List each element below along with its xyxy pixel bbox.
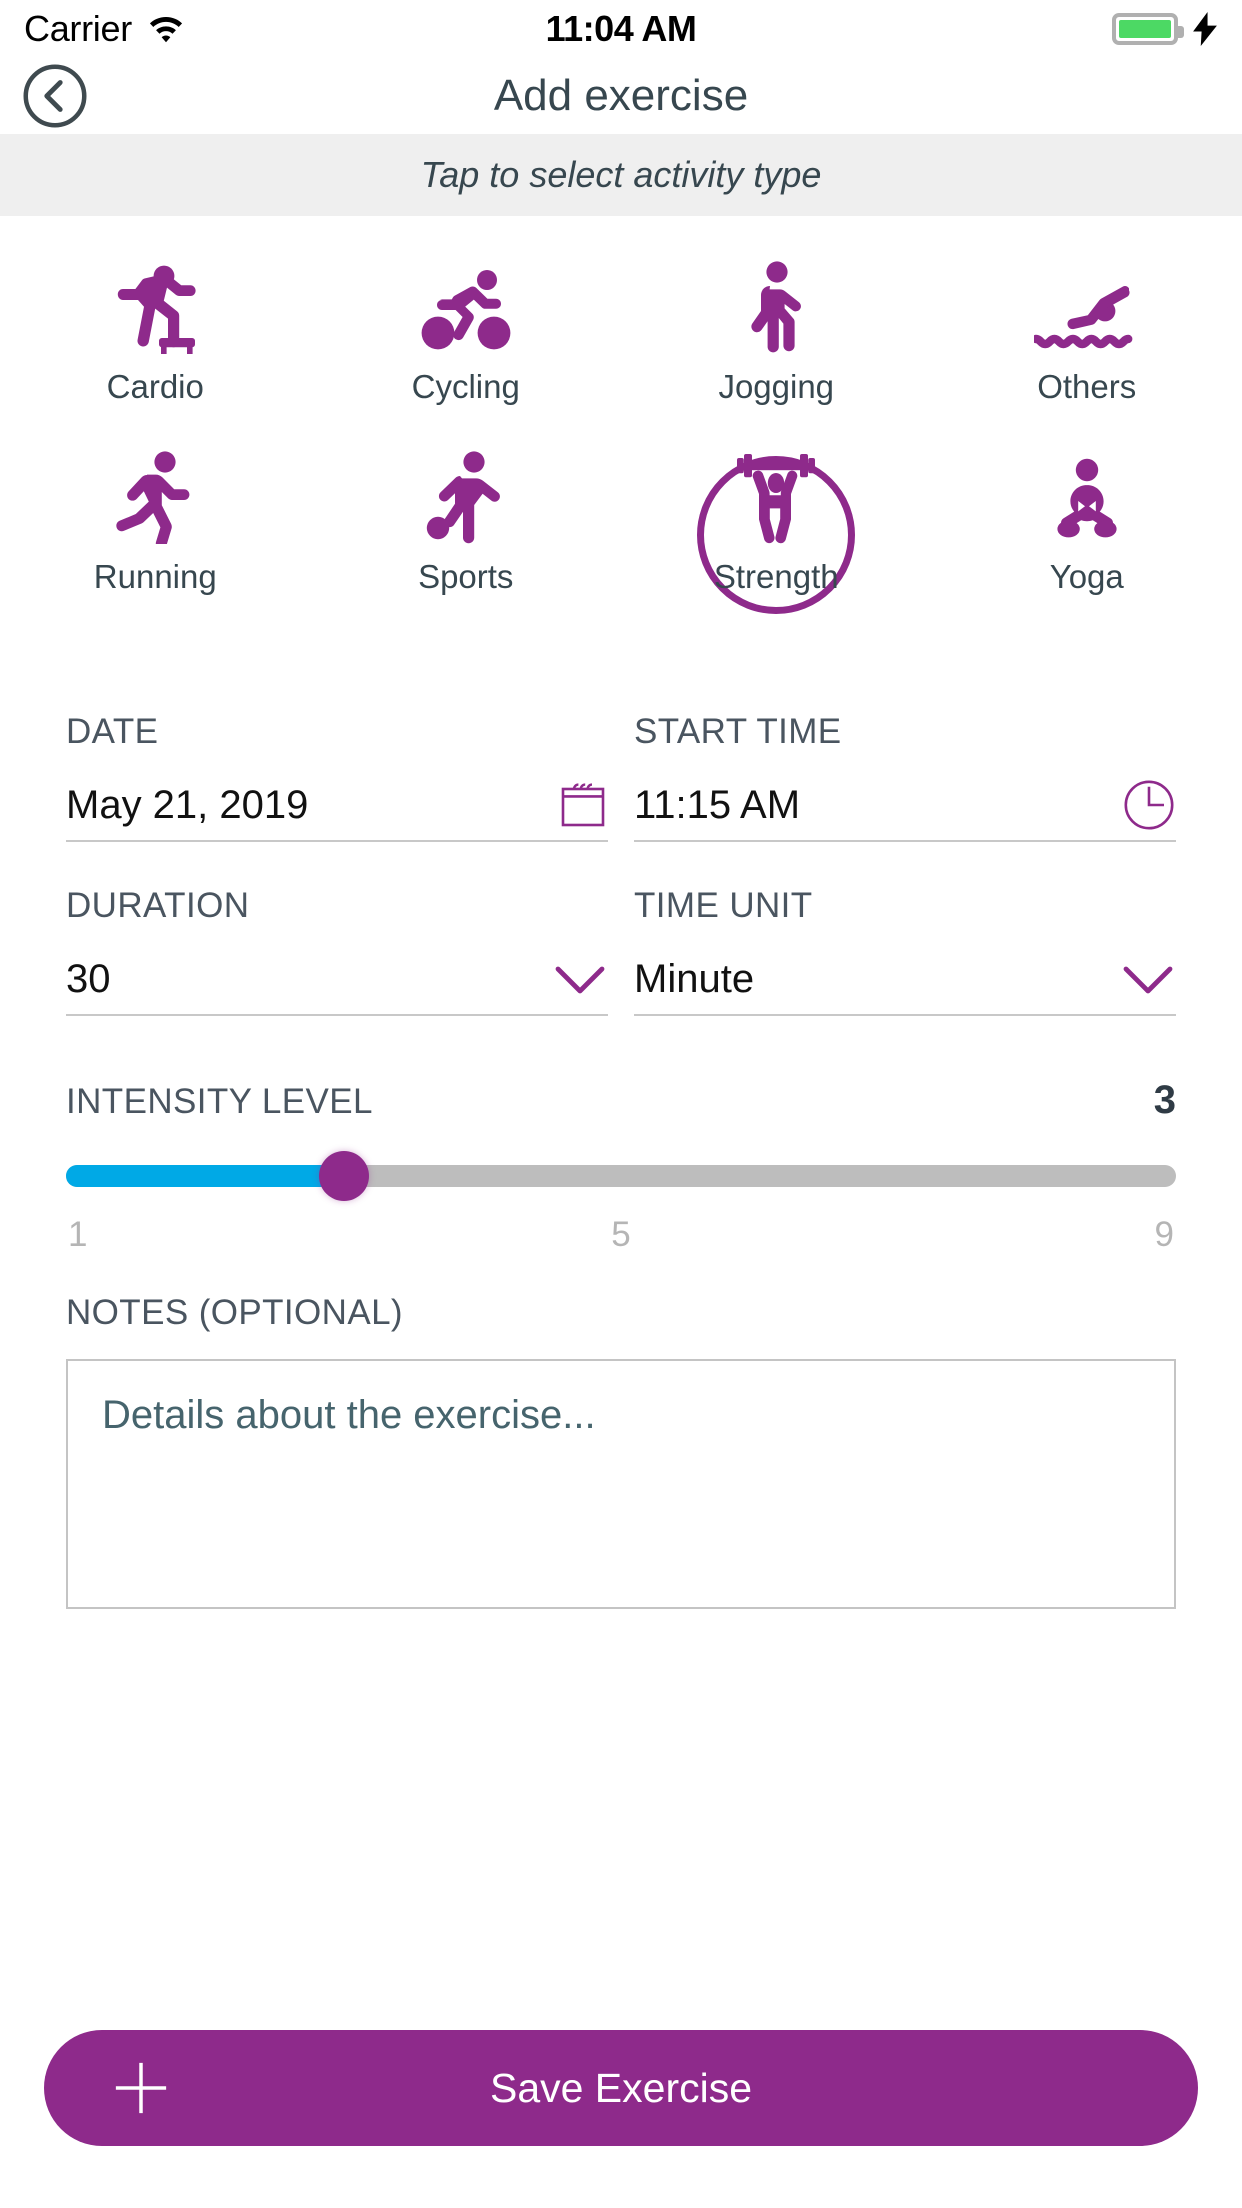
field-duration: DURATION 30	[66, 852, 608, 1016]
field-time-unit: TIME UNIT Minute	[634, 852, 1176, 1016]
start-time-label: START TIME	[634, 712, 842, 751]
intensity-value: 3	[1153, 1078, 1176, 1122]
activity-hint-banner: Tap to select activity type	[0, 134, 1242, 216]
cycling-icon-wrap	[419, 258, 513, 354]
soccer-icon	[426, 451, 500, 544]
field-row-duration-unit: DURATION 30 TIME UNIT Minute	[66, 852, 1176, 1016]
nav-bar: Add exercise	[0, 58, 1242, 134]
intensity-section: INTENSITY LEVEL 3 1 5 9	[0, 1026, 1242, 1255]
start-time-input[interactable]: 11:15 AM	[634, 770, 1176, 842]
strength-icon-wrap	[731, 448, 821, 544]
calendar-icon[interactable]	[558, 780, 608, 830]
activity-label: Yoga	[1049, 558, 1124, 595]
intensity-header: INTENSITY LEVEL 3	[66, 1078, 1176, 1123]
date-input[interactable]: May 21, 2019	[66, 770, 608, 842]
activity-option-running[interactable]: Running	[0, 448, 311, 648]
notes-input[interactable]: Details about the exercise...	[66, 1359, 1176, 1609]
activity-option-jogging[interactable]: Jogging	[621, 258, 932, 448]
duration-label: DURATION	[66, 886, 250, 925]
intensity-label: INTENSITY LEVEL	[66, 1082, 373, 1121]
save-button-label: Save Exercise	[489, 2064, 753, 2111]
date-label: DATE	[66, 712, 159, 751]
time-unit-value: Minute	[634, 956, 755, 1001]
yoga-lotus-icon	[1057, 458, 1117, 538]
field-row-date-time: DATE May 21, 2019 START TIME 11:15 AM	[66, 678, 1176, 842]
chevron-down-icon[interactable]	[552, 961, 608, 997]
duration-value: 30	[66, 956, 111, 1001]
slider-thumb[interactable]	[318, 1151, 369, 1201]
slider-fill	[66, 1165, 344, 1187]
battery-icon	[1112, 13, 1184, 45]
cycling-icon	[421, 270, 511, 350]
start-time-value: 11:15 AM	[634, 782, 801, 827]
clock-icon[interactable]	[1122, 778, 1176, 832]
activity-label: Cycling	[411, 368, 520, 405]
activity-label: Jogging	[718, 368, 835, 405]
sports-icon-wrap	[423, 448, 509, 544]
slider-tick-max: 9	[1154, 1215, 1174, 1254]
status-bar-time: 11:04 AM	[545, 8, 697, 49]
date-value: May 21, 2019	[66, 782, 309, 827]
notes-label: NOTES (OPTIONAL)	[66, 1293, 403, 1332]
swimming-icon	[1033, 286, 1133, 349]
activity-label: Cardio	[106, 368, 204, 405]
battery-fill	[1119, 20, 1171, 38]
duration-input[interactable]: 30	[66, 944, 608, 1016]
save-button-container: Save Exercise	[0, 2030, 1242, 2146]
page-title: Add exercise	[493, 71, 749, 120]
slider-tick-labels: 1 5 9	[66, 1215, 1176, 1255]
yoga-icon-wrap	[1049, 448, 1125, 544]
notes-section: NOTES (OPTIONAL) Details about the exerc…	[0, 1255, 1242, 1609]
save-exercise-button[interactable]: Save Exercise	[44, 2030, 1198, 2146]
running-icon	[116, 451, 190, 544]
jogging-icon	[751, 261, 802, 353]
intensity-slider[interactable]	[66, 1151, 1176, 1201]
activity-row-1: Cardio Cycling Jogging Others	[0, 258, 1242, 448]
time-unit-input[interactable]: Minute	[634, 944, 1176, 1016]
activity-label: Others	[1037, 368, 1137, 405]
activity-label: Running	[93, 558, 217, 595]
activity-option-others[interactable]: Others	[932, 258, 1242, 448]
running-icon-wrap	[113, 448, 197, 544]
activity-option-sports[interactable]: Sports	[311, 448, 622, 648]
status-bar: Carrier 11:04 AM	[0, 0, 1242, 58]
plus-icon	[115, 2062, 167, 2114]
notes-placeholder: Details about the exercise...	[102, 1393, 596, 1437]
cardio-step-icon	[118, 265, 196, 354]
activity-label: Sports	[418, 558, 514, 595]
activity-hint-text: Tap to select activity type	[420, 154, 822, 195]
chevron-left-circle-icon[interactable]	[22, 63, 88, 129]
activity-type-grid: Cardio Cycling Jogging Others Running Sp…	[0, 216, 1242, 648]
field-start-time: START TIME 11:15 AM	[634, 678, 1176, 842]
slider-tick-min: 1	[68, 1215, 88, 1254]
field-date: DATE May 21, 2019	[66, 678, 608, 842]
activity-option-yoga[interactable]: Yoga	[932, 448, 1242, 648]
jogging-icon-wrap	[741, 258, 811, 354]
weightlifting-icon	[737, 454, 816, 544]
activity-option-cycling[interactable]: Cycling	[311, 258, 622, 448]
exercise-form: DATE May 21, 2019 START TIME 11:15 AM DU…	[0, 648, 1242, 1016]
time-unit-label: TIME UNIT	[634, 886, 813, 925]
others-icon-wrap	[1033, 258, 1140, 354]
activity-row-2: Running Sports Strength Yoga	[0, 448, 1242, 648]
slider-tick-mid: 5	[611, 1215, 631, 1254]
activity-label: Strength	[713, 558, 839, 595]
chevron-down-icon[interactable]	[1120, 961, 1176, 997]
activity-option-strength[interactable]: Strength	[621, 448, 932, 648]
cardio-icon-wrap	[107, 258, 203, 354]
activity-option-cardio[interactable]: Cardio	[0, 258, 311, 448]
